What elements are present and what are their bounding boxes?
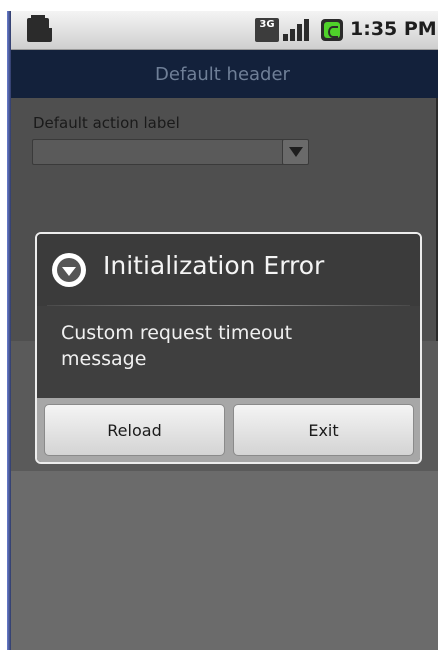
- dropdown-circle-icon: [52, 253, 86, 287]
- dialog-footer: Reload Exit: [37, 398, 420, 462]
- reload-button[interactable]: Reload: [44, 404, 225, 456]
- header-title: Default header: [155, 63, 290, 85]
- error-dialog: Initialization Error Custom request time…: [35, 232, 422, 464]
- chevron-down-icon[interactable]: [282, 139, 309, 165]
- screen: 3G 1:35 PM Default header Default action…: [7, 11, 438, 650]
- content-lower: [7, 471, 438, 650]
- dialog-header: Initialization Error: [37, 234, 420, 306]
- signal-icon: [283, 19, 311, 41]
- status-bar: 3G 1:35 PM: [7, 11, 438, 50]
- action-label: Default action label: [33, 114, 180, 132]
- dialog-divider: [47, 305, 410, 306]
- 3g-icon: 3G: [255, 18, 279, 42]
- dialog-title: Initialization Error: [103, 251, 325, 280]
- battery-icon: [321, 19, 343, 41]
- dialog-message: Custom request timeout message: [61, 322, 293, 370]
- app-header: Default header: [7, 50, 438, 98]
- device-frame: 3G 1:35 PM Default header Default action…: [0, 0, 442, 654]
- exit-button[interactable]: Exit: [233, 404, 414, 456]
- action-spinner[interactable]: [32, 139, 284, 165]
- screen-edge: [7, 11, 11, 650]
- status-clock: 1:35 PM: [350, 18, 437, 40]
- sd-card-icon: [27, 15, 52, 42]
